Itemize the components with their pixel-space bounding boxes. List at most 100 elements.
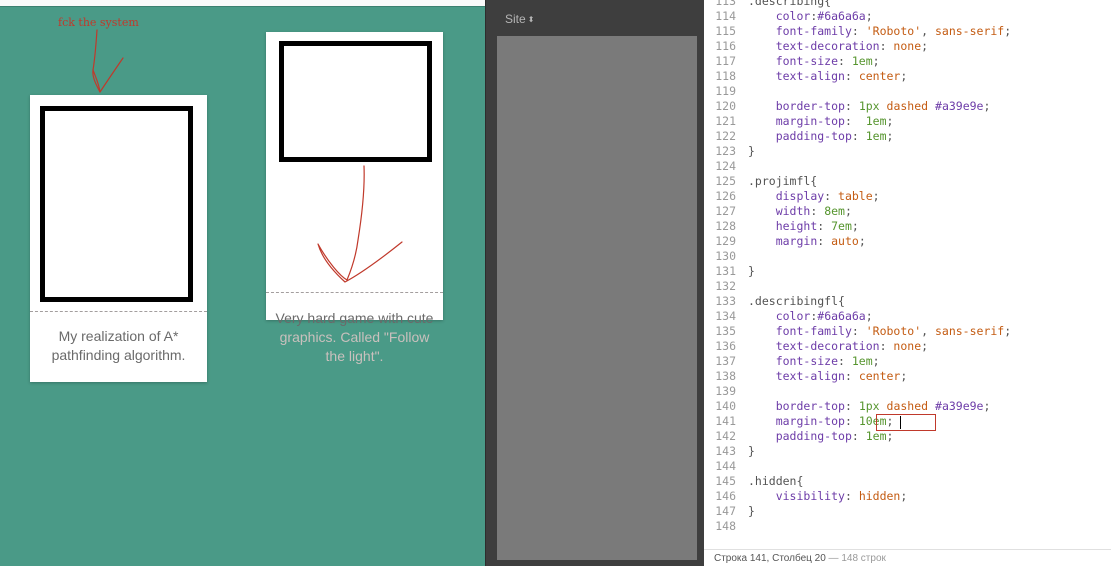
code-token: color [775, 309, 811, 323]
code-line[interactable]: 114 color:#6a6a6a; [704, 9, 1111, 24]
code-token: ; [983, 99, 991, 113]
code-line[interactable]: 140 border-top: 1px dashed #a39e9e; [704, 399, 1111, 414]
code-line[interactable]: 117 font-size: 1em; [704, 54, 1111, 69]
line-number: 119 [715, 84, 736, 98]
code-token: ; [844, 204, 852, 218]
code-token: : [824, 189, 839, 203]
code-line[interactable]: 124 [704, 159, 1111, 174]
code-line[interactable]: 136 text-decoration: none; [704, 339, 1111, 354]
code-token: ; [921, 339, 929, 353]
code-token: ; [872, 354, 880, 368]
code-token: padding-top [775, 129, 852, 143]
code-token: dashed [886, 399, 929, 413]
code-token: } [748, 264, 755, 278]
code-token: margin-top [775, 114, 845, 128]
code-token: ; [983, 399, 991, 413]
code-line[interactable]: 135 font-family: 'Roboto', sans-serif; [704, 324, 1111, 339]
preview-top-bar [0, 0, 485, 7]
code-token: #a39e9e [935, 399, 984, 413]
code-line[interactable]: 126 display: table; [704, 189, 1111, 204]
code-line[interactable]: 139 [704, 384, 1111, 399]
code-token: dashed [886, 99, 929, 113]
line-number: 137 [715, 354, 736, 368]
code-line[interactable]: 137 font-size: 1em; [704, 354, 1111, 369]
code-line[interactable]: 128 height: 7em; [704, 219, 1111, 234]
panel-canvas[interactable] [497, 36, 697, 560]
code-token: : [851, 129, 866, 143]
code-lines[interactable]: 113 .describing{114 color:#6a6a6a; 115 fon… [704, 0, 1111, 534]
code-line[interactable]: 147} [704, 504, 1111, 519]
code-token: 'Roboto' [865, 24, 922, 38]
code-line[interactable]: 122 padding-top: 1em; [704, 129, 1111, 144]
site-dropdown[interactable]: Site ⬍ [505, 12, 534, 26]
code-line[interactable]: 127 width: 8em; [704, 204, 1111, 219]
code-line[interactable]: 121 margin-top: 1em; [704, 114, 1111, 129]
code-token: , [921, 24, 935, 38]
code-token: center [858, 69, 901, 83]
code-token: : [838, 54, 852, 68]
code-line[interactable]: 142 padding-top: 1em; [704, 429, 1111, 444]
code-editor[interactable]: 113 .describing{114 color:#6a6a6a; 115 fon… [704, 0, 1111, 566]
code-line[interactable]: 123} [704, 144, 1111, 159]
code-line[interactable]: 138 text-align: center; [704, 369, 1111, 384]
code-token: ; [851, 219, 859, 233]
code-line[interactable]: 119 [704, 84, 1111, 99]
code-line[interactable]: 120 border-top: 1px dashed #a39e9e; [704, 99, 1111, 114]
code-line[interactable]: 116 text-decoration: none; [704, 39, 1111, 54]
code-token: , [921, 324, 935, 338]
code-line[interactable]: 115 font-family: 'Roboto', sans-serif; [704, 24, 1111, 39]
project-image-placeholder [40, 106, 193, 302]
card-divider [266, 292, 443, 293]
code-token: ; [872, 189, 880, 203]
code-token: none [893, 39, 922, 53]
description-line: My realization of A* [58, 328, 179, 344]
line-number: 148 [715, 519, 736, 533]
project-card-follow-the-light[interactable]: Very hard game with cute graphics. Calle… [266, 32, 443, 364]
line-number: 115 [715, 24, 736, 38]
code-line[interactable]: 144 [704, 459, 1111, 474]
line-number: 120 [715, 99, 736, 113]
code-line[interactable]: 146 visibility: hidden; [704, 489, 1111, 504]
code-token: ; [865, 9, 873, 23]
code-line[interactable]: 118 text-align: center; [704, 69, 1111, 84]
line-number: 114 [715, 9, 736, 23]
code-token: visibility [775, 489, 845, 503]
code-line[interactable]: 113 .describing{ [704, 0, 1111, 9]
code-token: .hidden{ [748, 474, 804, 488]
code-token: : [838, 354, 852, 368]
code-token: font-size [775, 354, 839, 368]
code-token: center [858, 369, 901, 383]
project-card-pathfinding[interactable]: My realization of A* pathfinding algorit… [30, 95, 207, 382]
code-token: 1em [851, 354, 873, 368]
line-number: 143 [715, 444, 736, 458]
code-token: } [748, 144, 755, 158]
code-line[interactable]: 145 .hidden{ [704, 474, 1111, 489]
code-line[interactable]: 130 [704, 249, 1111, 264]
code-line[interactable]: 131} [704, 264, 1111, 279]
line-number: 113 [715, 0, 736, 8]
code-line[interactable]: 134 color:#6a6a6a; [704, 309, 1111, 324]
line-number: 134 [715, 309, 736, 323]
code-line[interactable]: 148 [704, 519, 1111, 534]
line-number: 141 [715, 414, 736, 428]
code-line[interactable]: 125 .projimfl{ [704, 174, 1111, 189]
code-line[interactable]: 132 [704, 279, 1111, 294]
updown-caret-icon: ⬍ [527, 15, 535, 24]
code-line[interactable]: 133 .describingfl{ [704, 294, 1111, 309]
code-line[interactable]: 129 margin: auto; [704, 234, 1111, 249]
annotation-box [876, 414, 936, 431]
code-token: text-align [775, 69, 845, 83]
code-token: font-family [775, 24, 852, 38]
code-token: text-decoration [775, 339, 880, 353]
line-number: 127 [715, 204, 736, 218]
code-line[interactable]: 143} [704, 444, 1111, 459]
code-token: height [775, 219, 818, 233]
code-token: sans-serif [934, 324, 1005, 338]
